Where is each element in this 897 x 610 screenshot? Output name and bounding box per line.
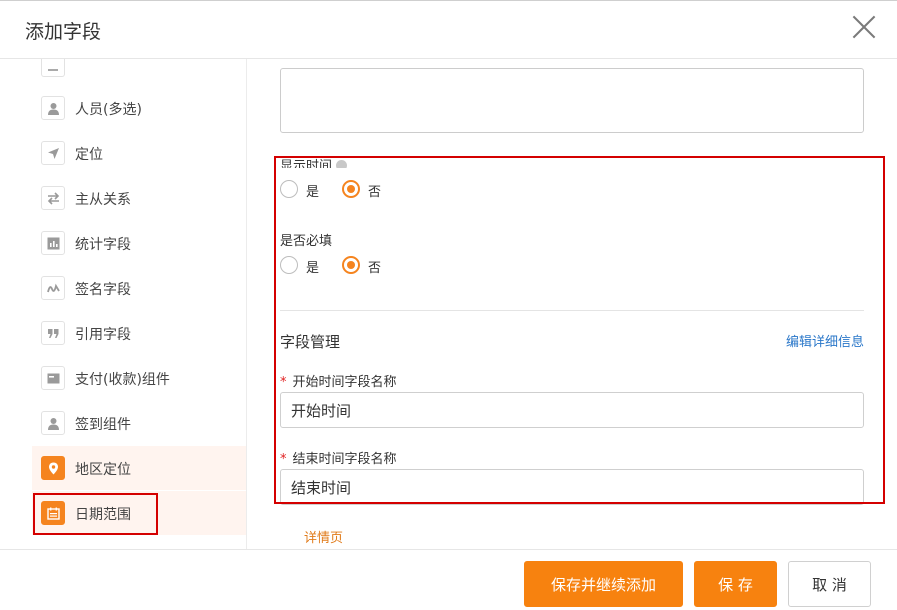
payment-card-icon [41,366,65,390]
field-type-item[interactable]: 统计字段 [32,221,246,265]
field-type-label: 主从关系 [75,192,131,208]
field-settings-panel: 显示时间 是 否 是否必填 是 否 字段管理 编辑详细信息 * 开始时间字段名称 … [247,59,897,549]
detail-page-label-partial: 详情页 [304,531,344,546]
field-type-label: 签到组件 [75,417,131,433]
field-type-label: 统计字段 [75,237,131,253]
field-type-item[interactable]: 定位 [32,131,246,175]
map-pin-icon [41,456,65,480]
checkin-person-icon [41,411,65,435]
dialog-header: 添加字段 [0,1,897,59]
field-type-item[interactable]: 人员(多选) [32,86,246,130]
swap-arrows-icon [41,186,65,210]
field-type-item[interactable]: 支付(收款)组件 [32,356,246,400]
field-type-item[interactable]: 主从关系 [32,176,246,220]
field-type-label: 支付(收款)组件 [75,372,170,388]
cancel-button[interactable]: 取 消 [788,561,871,607]
highlight-box-date-range [33,493,158,535]
partial-item-icon [41,59,65,77]
field-type-item[interactable]: 签到组件 [32,401,246,445]
field-type-item[interactable]: 地区定位 [32,446,246,490]
person-icon [41,96,65,120]
field-type-item[interactable]: 签名字段 [32,266,246,310]
save-and-continue-button[interactable]: 保存并继续添加 [524,561,683,607]
bar-chart-icon [41,231,65,255]
field-type-label: 定位 [75,147,103,163]
signature-icon [41,276,65,300]
dialog-footer: 保存并继续添加 保 存 取 消 [0,549,897,610]
location-arrow-icon [41,141,65,165]
field-type-label: 引用字段 [75,327,131,343]
highlight-box-settings [274,156,885,504]
field-type-item[interactable]: 引用字段 [32,311,246,355]
add-field-dialog: 添加字段 人员(多选) 定位主从关系统计字段签名字段引用字段支付(收款)组件 签到组… [0,0,897,610]
dialog-title: 添加字段 [25,21,102,43]
quote-icon [41,321,65,345]
save-button[interactable]: 保 存 [694,561,777,607]
field-type-label: 地区定位 [75,462,131,478]
description-textarea[interactable] [280,68,864,133]
close-icon[interactable] [852,15,876,39]
field-type-label: 签名字段 [75,282,131,298]
field-type-label: 人员(多选) [75,102,142,118]
